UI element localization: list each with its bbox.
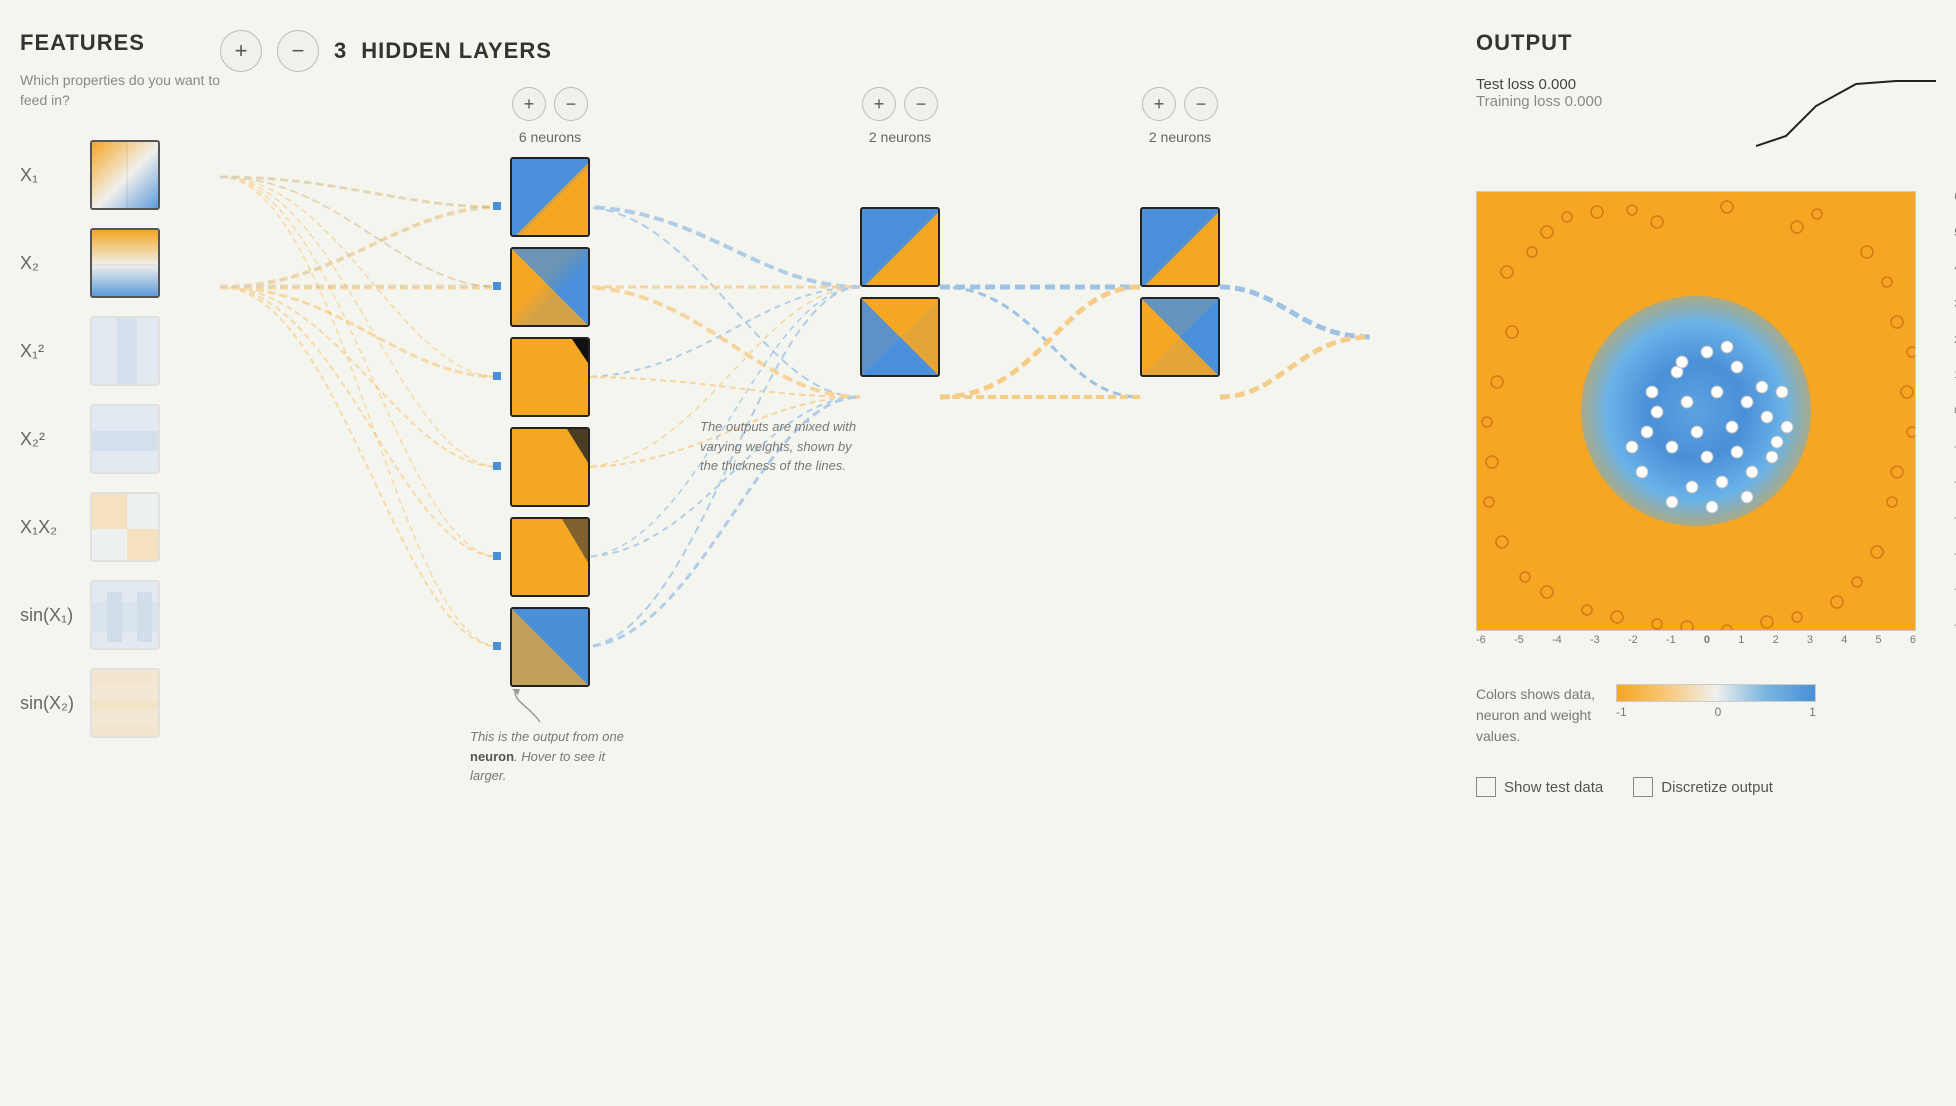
- feature-x1x2[interactable]: X₁X₂: [20, 492, 220, 562]
- discretize-output-box[interactable]: [1633, 777, 1653, 797]
- features-subtitle: Which properties do you want to feed in?: [20, 71, 220, 110]
- feature-sinx2[interactable]: sin(X₂): [20, 668, 220, 738]
- layer-3-controls: + −: [1142, 87, 1218, 121]
- features-column: FEATURES Which properties do you want to…: [20, 30, 220, 1076]
- feature-thumb-sinx1[interactable]: [90, 580, 160, 650]
- layer-2-add-neuron-button[interactable]: +: [862, 87, 896, 121]
- scatter-dots: 0: [1477, 192, 1916, 631]
- feature-thumb-sinx2[interactable]: [90, 668, 160, 738]
- color-gradient-bar: [1616, 684, 1816, 702]
- layer-count: 3: [334, 38, 346, 64]
- layer-3-neuron-count: 2 neurons: [1149, 129, 1211, 145]
- feature-x2sq[interactable]: X₂²: [20, 404, 220, 474]
- neuron-2-2[interactable]: [860, 297, 940, 377]
- feature-label-x1x2: X₁X₂: [20, 517, 80, 538]
- hidden-layers-title: HIDDEN LAYERS: [361, 38, 552, 64]
- feature-label-sinx2: sin(X₂): [20, 693, 80, 714]
- legend-section: Colors shows data, neuron and weight val…: [1476, 684, 1936, 747]
- loss-section: Test loss 0.000 Training loss 0.000: [1476, 76, 1936, 156]
- output-viz-container: 6 5 4 3 2 1 0 -1 -2 -3 -4 -5 -6: [1476, 191, 1936, 649]
- layer-1: + − 6 neurons: [490, 87, 610, 687]
- feature-x2[interactable]: X₂: [20, 228, 220, 298]
- layer-1-neurons: [510, 157, 590, 687]
- discretize-output-label: Discretize output: [1661, 779, 1773, 796]
- feature-label-x1: X₁: [20, 165, 80, 186]
- annotation-arrow: [510, 687, 570, 727]
- layer-3: + − 2 neurons: [1120, 87, 1240, 377]
- layer-2-remove-neuron-button[interactable]: −: [904, 87, 938, 121]
- feature-thumb-x1x2[interactable]: [90, 492, 160, 562]
- feature-label-x2sq: X₂²: [20, 429, 80, 450]
- layer-2-neuron-count: 2 neurons: [869, 129, 931, 145]
- feature-thumb-x1sq[interactable]: [90, 316, 160, 386]
- layer-3-add-neuron-button[interactable]: +: [1142, 87, 1176, 121]
- network-header: + − 3 HIDDEN LAYERS: [220, 30, 1476, 72]
- layer-1-remove-neuron-button[interactable]: −: [554, 87, 588, 121]
- annotation-neuron: This is the output from one neuron. Hove…: [470, 727, 630, 786]
- output-visualization: 0: [1476, 191, 1916, 631]
- x-axis-labels: -6 -5 -4 -3 -2 -1 0 1 2 3 4 5 6: [1476, 631, 1916, 649]
- neuron-1-2[interactable]: [510, 247, 590, 327]
- show-test-data-box[interactable]: [1476, 777, 1496, 797]
- features-title: FEATURES: [20, 30, 220, 56]
- annotation-weights: The outputs are mixed with varying weigh…: [700, 417, 860, 476]
- neuron-3-1[interactable]: [1140, 207, 1220, 287]
- color-bar-labels: -1 0 1: [1616, 705, 1816, 719]
- show-test-data-label: Show test data: [1504, 779, 1603, 796]
- neuron-1-5[interactable]: [510, 517, 590, 597]
- layer-2: + − 2 neurons: [840, 87, 960, 377]
- feature-label-x1sq: X₁²: [20, 341, 80, 362]
- feature-x1sq[interactable]: X₁²: [20, 316, 220, 386]
- network-area: + − 3 HIDDEN LAYERS: [220, 30, 1476, 1076]
- remove-hidden-layer-button[interactable]: −: [277, 30, 319, 72]
- neuron-1-1[interactable]: [510, 157, 590, 237]
- output-title: OUTPUT: [1476, 30, 1936, 56]
- feature-thumb-x2[interactable]: [90, 228, 160, 298]
- neuron-1-4[interactable]: [510, 427, 590, 507]
- layer-1-controls: + −: [512, 87, 588, 121]
- feature-x1[interactable]: X₁: [20, 140, 220, 210]
- loss-chart: [1756, 76, 1936, 156]
- add-hidden-layer-button[interactable]: +: [220, 30, 262, 72]
- neuron-1-6[interactable]: [510, 607, 590, 687]
- feature-thumb-x2sq[interactable]: [90, 404, 160, 474]
- layer-1-add-neuron-button[interactable]: +: [512, 87, 546, 121]
- feature-label-x2: X₂: [20, 253, 80, 274]
- neuron-3-2[interactable]: [1140, 297, 1220, 377]
- show-test-data-checkbox[interactable]: Show test data: [1476, 777, 1603, 797]
- output-column: OUTPUT Test loss 0.000 Training loss 0.0…: [1476, 30, 1936, 1076]
- feature-thumb-x1[interactable]: [90, 140, 160, 210]
- legend-text: Colors shows data, neuron and weight val…: [1476, 684, 1596, 747]
- layer-2-controls: + −: [862, 87, 938, 121]
- discretize-output-checkbox[interactable]: Discretize output: [1633, 777, 1773, 797]
- feature-label-sinx1: sin(X₁): [20, 605, 80, 626]
- neuron-2-1[interactable]: [860, 207, 940, 287]
- neuron-1-3[interactable]: [510, 337, 590, 417]
- color-legend-bar: -1 0 1: [1616, 684, 1816, 719]
- checkbox-row: Show test data Discretize output: [1476, 777, 1936, 797]
- layer-3-neurons: [1140, 207, 1220, 377]
- layer-3-remove-neuron-button[interactable]: −: [1184, 87, 1218, 121]
- feature-sinx1[interactable]: sin(X₁): [20, 580, 220, 650]
- layer-1-neuron-count: 6 neurons: [519, 129, 581, 145]
- layer-2-neurons: [860, 207, 940, 377]
